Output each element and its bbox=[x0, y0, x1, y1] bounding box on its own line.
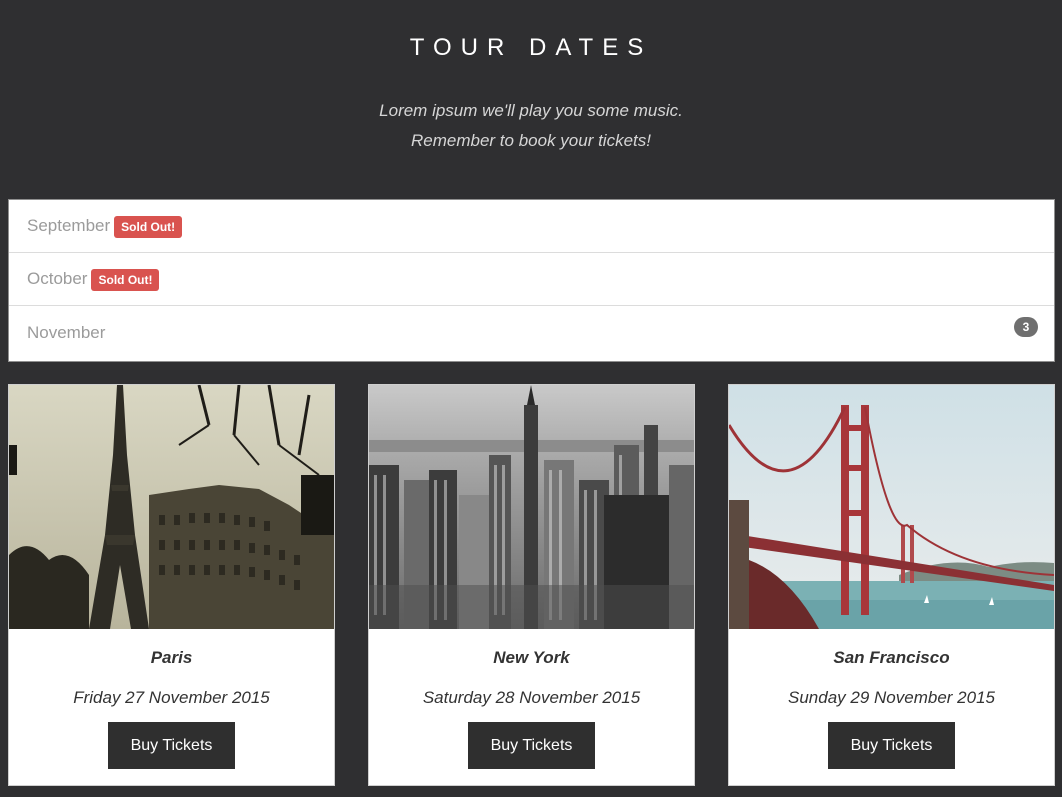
month-item-november[interactable]: November 3 bbox=[9, 306, 1054, 360]
tour-card-paris: Paris Friday 27 November 2015 Buy Ticket… bbox=[8, 384, 335, 786]
buy-tickets-button[interactable]: Buy Tickets bbox=[108, 722, 235, 769]
month-list: September Sold Out! October Sold Out! No… bbox=[8, 199, 1055, 362]
tour-card-san-francisco: San Francisco Sunday 29 November 2015 Bu… bbox=[728, 384, 1055, 786]
month-label: September bbox=[27, 216, 111, 235]
sold-out-badge: Sold Out! bbox=[91, 269, 160, 291]
city-name: Paris bbox=[150, 648, 193, 667]
tour-date: Saturday 28 November 2015 bbox=[422, 688, 641, 707]
tour-date: Sunday 29 November 2015 bbox=[788, 688, 995, 707]
month-item-september[interactable]: September Sold Out! bbox=[9, 200, 1054, 253]
tour-date: Friday 27 November 2015 bbox=[73, 688, 270, 707]
sold-out-badge: Sold Out! bbox=[114, 216, 183, 238]
month-label: October bbox=[27, 269, 88, 288]
month-item-october[interactable]: October Sold Out! bbox=[9, 253, 1054, 306]
count-badge: 3 bbox=[1014, 317, 1038, 337]
tour-card-new-york: New York Saturday 28 November 2015 Buy T… bbox=[368, 384, 695, 786]
city-name: San Francisco bbox=[833, 648, 950, 667]
city-name: New York bbox=[493, 648, 570, 667]
new-york-skyline-photo bbox=[369, 385, 694, 629]
subtitle-line-1: Lorem ipsum we'll play you some music. bbox=[379, 101, 683, 120]
subtitle-line-2: Remember to book your tickets! bbox=[411, 131, 651, 150]
buy-tickets-button[interactable]: Buy Tickets bbox=[468, 722, 595, 769]
page-title: TOUR DATES bbox=[409, 34, 653, 61]
golden-gate-bridge-photo bbox=[729, 385, 1054, 629]
buy-tickets-button[interactable]: Buy Tickets bbox=[828, 722, 955, 769]
eiffel-tower-photo bbox=[9, 385, 334, 629]
month-label: November bbox=[27, 323, 106, 342]
